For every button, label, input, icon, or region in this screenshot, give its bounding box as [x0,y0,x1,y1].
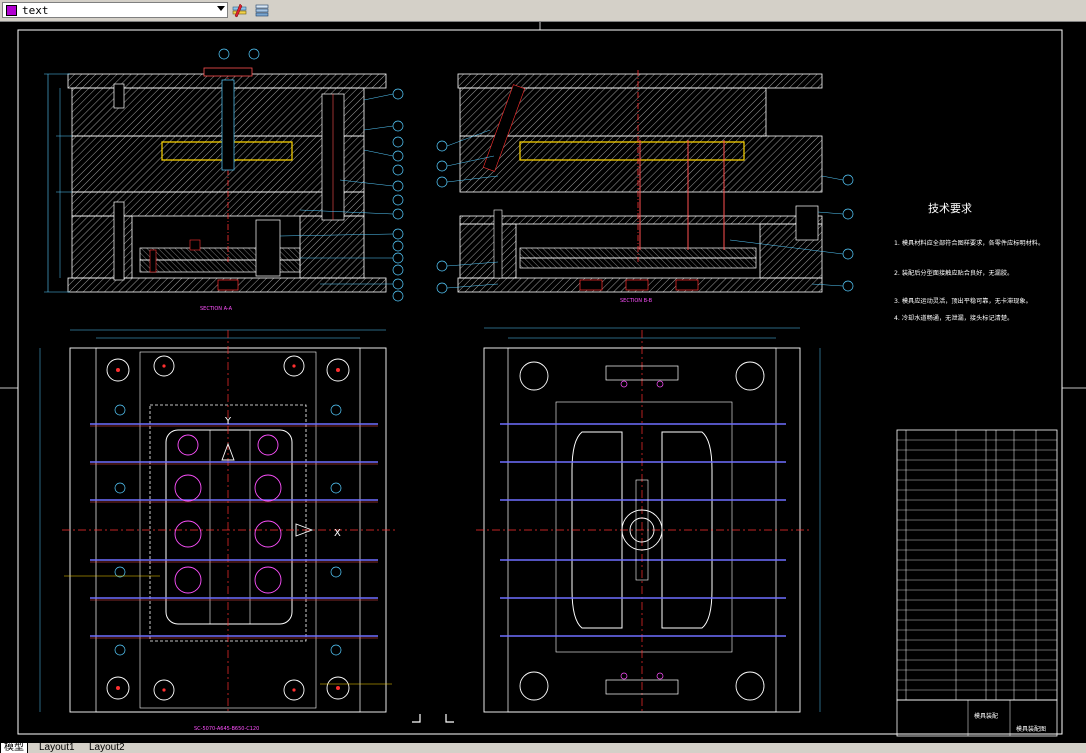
tech-line-2: 2. 装配后分型面接触应贴合良好，无漏胶。 [894,269,1013,277]
tech-line-4: 4. 冷却水道畅通，无泄漏，接头标记清楚。 [894,314,1013,322]
tab-model[interactable]: 模型 [0,743,28,753]
section-a-a-view: SECTION A-A [44,48,404,312]
title-block-right: 模具装配图 [1016,725,1046,733]
tech-line-3: 3. 模具应运动灵活，顶出平稳可靠，无卡滞现象。 [894,297,1032,305]
axis-y-label: Y [224,416,232,427]
ucs-marks [412,714,454,723]
layer-name: text [22,3,49,17]
layer-previous-button[interactable] [253,2,271,19]
plan-view-right [476,327,821,713]
section-a-a-label: SECTION A-A [200,306,233,312]
model-space-canvas[interactable]: SECTION A-A SECTION B-B 技术要求 1. 模具材料应全部符… [0,18,1086,743]
cad-drawing: SECTION A-A SECTION B-B 技术要求 1. 模具材料应全部符… [0,18,1086,737]
bottom-note: SC-5070-A645-B650-C120 [194,726,259,732]
plan-view-left: Y X SC-5070-A645-B650-C120 [39,329,396,732]
axis-x-label: X [334,528,341,539]
section-b-b-label: SECTION B-B [620,298,653,304]
technical-requirements: 技术要求 1. 模具材料应全部符合图样要求，各零件应标明材料。 2. 装配后分型… [894,202,1044,322]
tab-layout1[interactable]: Layout1 [36,743,78,753]
layer-previous-icon [255,4,269,17]
layer-current-icon [232,3,247,18]
title-block-left: 模具装配 [974,712,998,720]
layout-tabbar: 模型 Layout1 Layout2 [0,743,1086,753]
layer-toolbar: text [0,0,1086,22]
tech-title: 技术要求 [928,202,972,215]
section-b-b-view: SECTION B-B [436,70,854,304]
tab-layout2[interactable]: Layout2 [86,743,128,753]
chevron-down-icon[interactable] [217,6,225,11]
tech-line-1: 1. 模具材料应全部符合图样要求，各零件应标明材料。 [894,239,1044,247]
layer-color-swatch [6,4,17,16]
make-layer-current-button[interactable] [231,2,249,19]
layer-dropdown[interactable]: text [2,2,228,18]
bill-of-materials: 模具装配 模具装配图 [896,429,1058,737]
